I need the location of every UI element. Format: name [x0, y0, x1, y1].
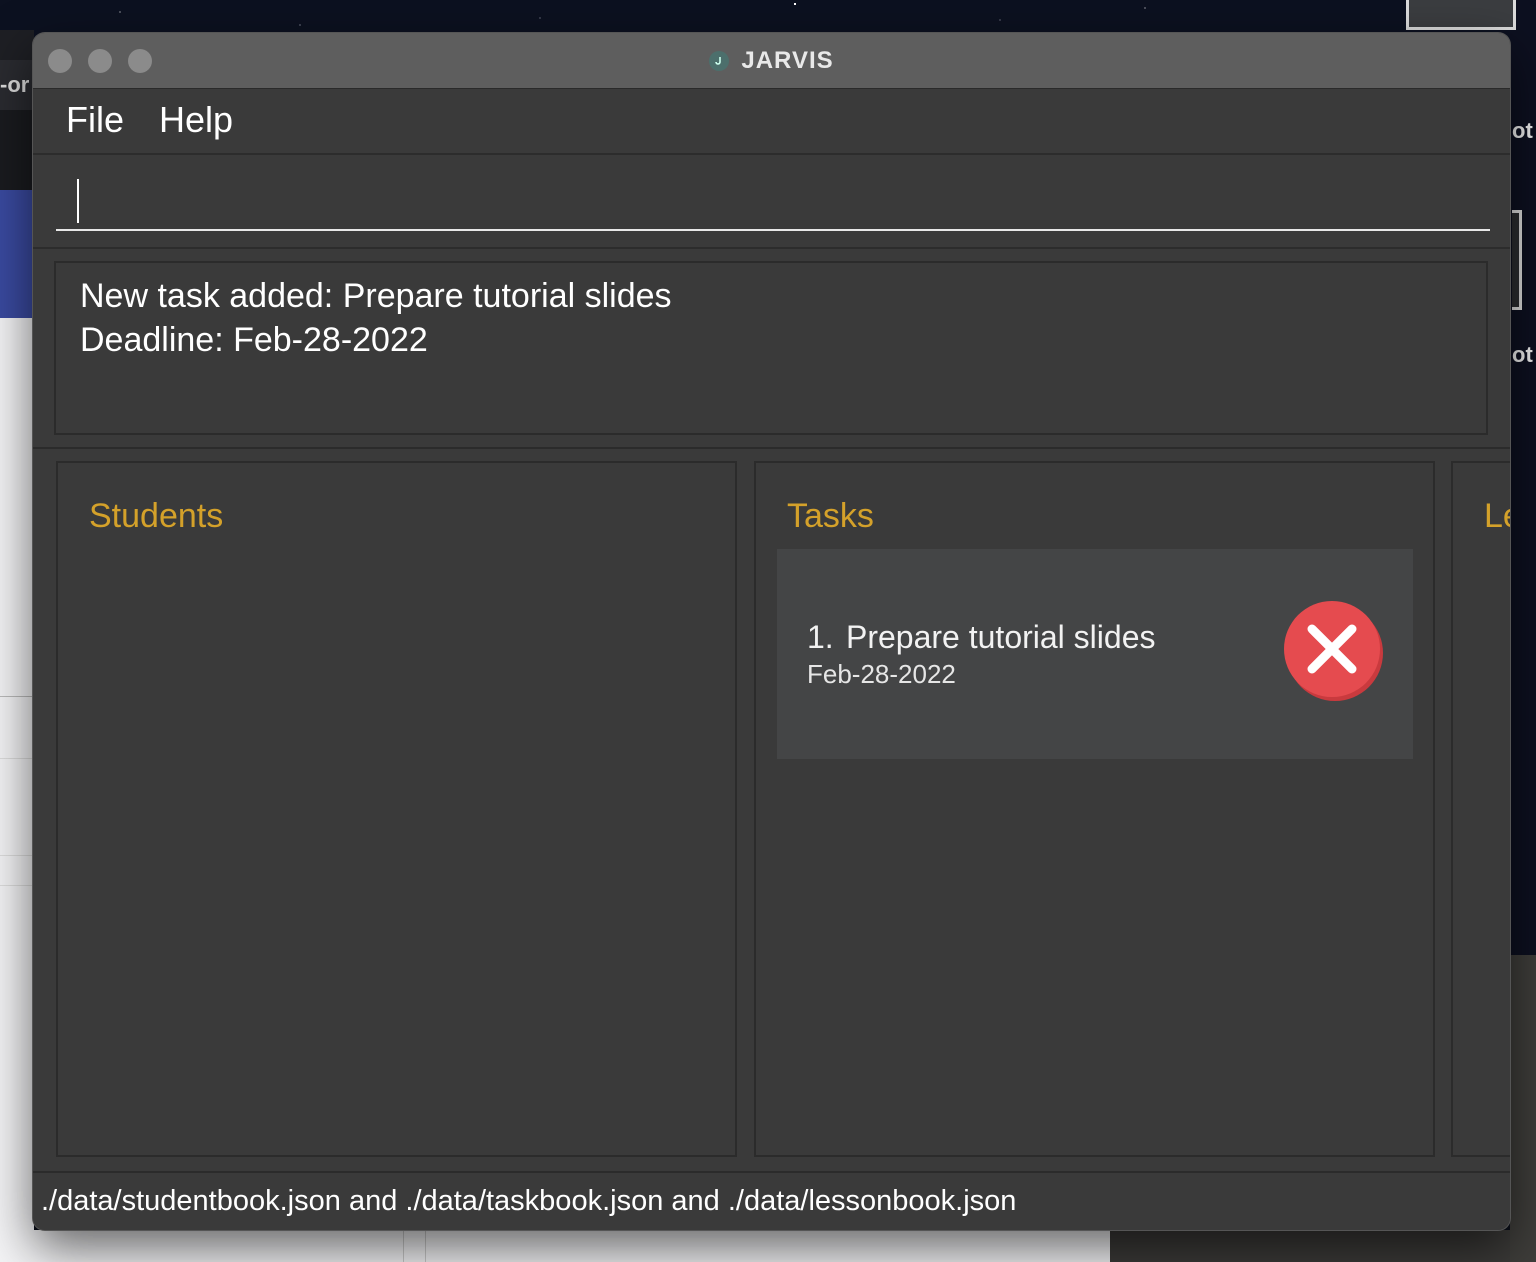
result-message-line: New task added: Prepare tutorial slides: [80, 277, 672, 315]
window-title: JARVIS: [741, 46, 834, 74]
wallpaper-rock: [1510, 955, 1536, 1262]
x-circle-icon[interactable]: [1282, 599, 1384, 701]
background-window-left-banner: [0, 190, 34, 318]
jarvis-window: JARVIS File Help New task added: Prepare…: [33, 33, 1510, 1230]
section-divider: [33, 447, 1510, 449]
desktop-file-label: ot: [1512, 118, 1533, 143]
lessons-panel-title: Le: [1484, 497, 1510, 535]
screenshot-thumbnail[interactable]: [1406, 0, 1516, 30]
menu-help[interactable]: Help: [159, 99, 233, 141]
result-display: New task added: Prepare tutorial slides …: [54, 261, 1488, 435]
background-window-left-content: [0, 318, 34, 1262]
background-divider: [0, 696, 34, 697]
background-divider: [403, 1230, 404, 1262]
background-left-text: -or: [0, 72, 30, 97]
students-panel: Students: [56, 461, 737, 1157]
task-name: Prepare tutorial slides: [846, 619, 1156, 655]
command-input[interactable]: [56, 169, 1490, 231]
background-window-left-section: [0, 110, 34, 190]
window-title-group: JARVIS: [33, 33, 1510, 88]
status-bar: ./data/studentbook.json and ./data/taskb…: [33, 1171, 1510, 1230]
result-deadline-line: Deadline: Feb-28-2022: [80, 321, 428, 359]
menu-bar: File Help: [33, 89, 1510, 155]
tasks-panel: Tasks 1. Prepare tutorial slides Feb-28-…: [754, 461, 1435, 1157]
menu-file[interactable]: File: [66, 99, 124, 141]
lessons-panel: Le: [1451, 461, 1510, 1157]
task-card[interactable]: 1. Prepare tutorial slides Feb-28-2022: [777, 549, 1413, 759]
background-divider: [425, 1230, 426, 1262]
students-panel-title: Students: [89, 497, 224, 535]
screenshot-thumbnail[interactable]: [1512, 210, 1522, 310]
status-bar-file-paths: ./data/studentbook.json and ./data/taskb…: [41, 1185, 1017, 1217]
background-divider: [0, 885, 34, 886]
wallpaper-rock: [1110, 1230, 1536, 1262]
text-caret: [77, 179, 79, 223]
command-box: [33, 155, 1510, 249]
background-window-bottom: [0, 1230, 1110, 1262]
task-index: 1.: [807, 619, 834, 655]
background-divider: [0, 855, 34, 856]
jarvis-app-icon: [709, 50, 730, 71]
desktop-file-label: ot: [1512, 342, 1533, 367]
task-deadline: Feb-28-2022: [807, 659, 956, 689]
tasks-panel-title: Tasks: [787, 497, 874, 535]
title-bar[interactable]: JARVIS: [33, 33, 1510, 89]
background-divider: [0, 758, 34, 759]
